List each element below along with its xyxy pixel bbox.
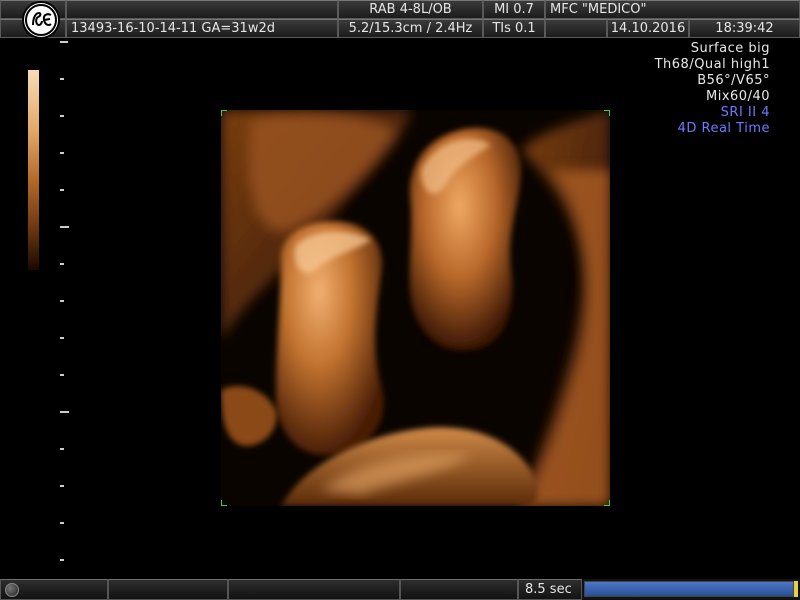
date-label: 14.10.2016 [607,19,689,38]
patient-id-label: 13493-16-10-14-11 GA=31w2d [66,19,338,38]
depth-tick [60,115,64,117]
roi-corner-top-right [604,110,610,116]
cine-time-label: 8.5 sec [518,579,582,600]
mix-label: Mix60/40 [706,89,770,104]
threshold-quality-label: Th68/Qual high1 [654,57,770,72]
sri-label: SRI II 4 [720,105,770,120]
ultrasound-3d-render[interactable] [221,110,610,506]
time-label: 18:39:42 [689,19,800,38]
volume-angle-label: B56°/V65° [697,73,770,88]
render-settings-panel: Surface big Th68/Qual high1 B56°/V65° Mi… [655,41,770,137]
roi-corner-bottom-left [221,500,227,506]
cine-progress-bar[interactable] [584,581,794,597]
render-mode-label: Surface big [690,41,770,56]
depth-tick-major [60,226,69,228]
tis-label: TIs 0.1 [483,19,545,38]
trackball-icon [5,583,19,597]
depth-tick [60,485,64,487]
depth-tick [60,189,64,191]
depth-tick [60,559,64,561]
depth-tick [60,337,64,339]
header-spacer-cell [545,19,607,38]
depth-tick [60,522,64,524]
header-row-bottom: 13493-16-10-14-11 GA=31w2d 5.2/15.3cm / … [0,19,800,38]
roi-corner-bottom-right [604,500,610,506]
header-blank-cell [66,0,338,19]
fetal-feet-render-image [221,110,610,506]
mi-label: MI 0.7 [483,0,545,19]
depth-tick [60,152,64,154]
depth-tick-top [60,41,68,43]
depth-tick [60,300,64,302]
depth-tick [60,78,64,80]
probe-label: RAB 4-8L/OB [338,0,483,19]
header-row-top: RAB 4-8L/OB MI 0.7 MFC "MEDICO" [0,0,800,19]
color-map-scale-bar [28,70,39,270]
depth-tick [60,263,64,265]
depth-tick [60,374,64,376]
softkey-3[interactable] [400,579,518,600]
cine-progress-marker [794,581,798,597]
acquisition-mode-label: 4D Real Time [677,121,770,136]
softkey-1[interactable] [108,579,228,600]
cine-progress-fill [585,582,793,596]
depth-tick-major [60,411,69,413]
roi-corner-top-left [221,110,227,116]
softkey-2[interactable] [228,579,400,600]
depth-tick [60,448,64,450]
trackball-status-cell[interactable] [0,579,108,600]
institution-label: MFC "MEDICO" [545,0,800,19]
depth-frequency-label: 5.2/15.3cm / 2.4Hz [338,19,483,38]
ge-logo-icon [22,1,60,39]
